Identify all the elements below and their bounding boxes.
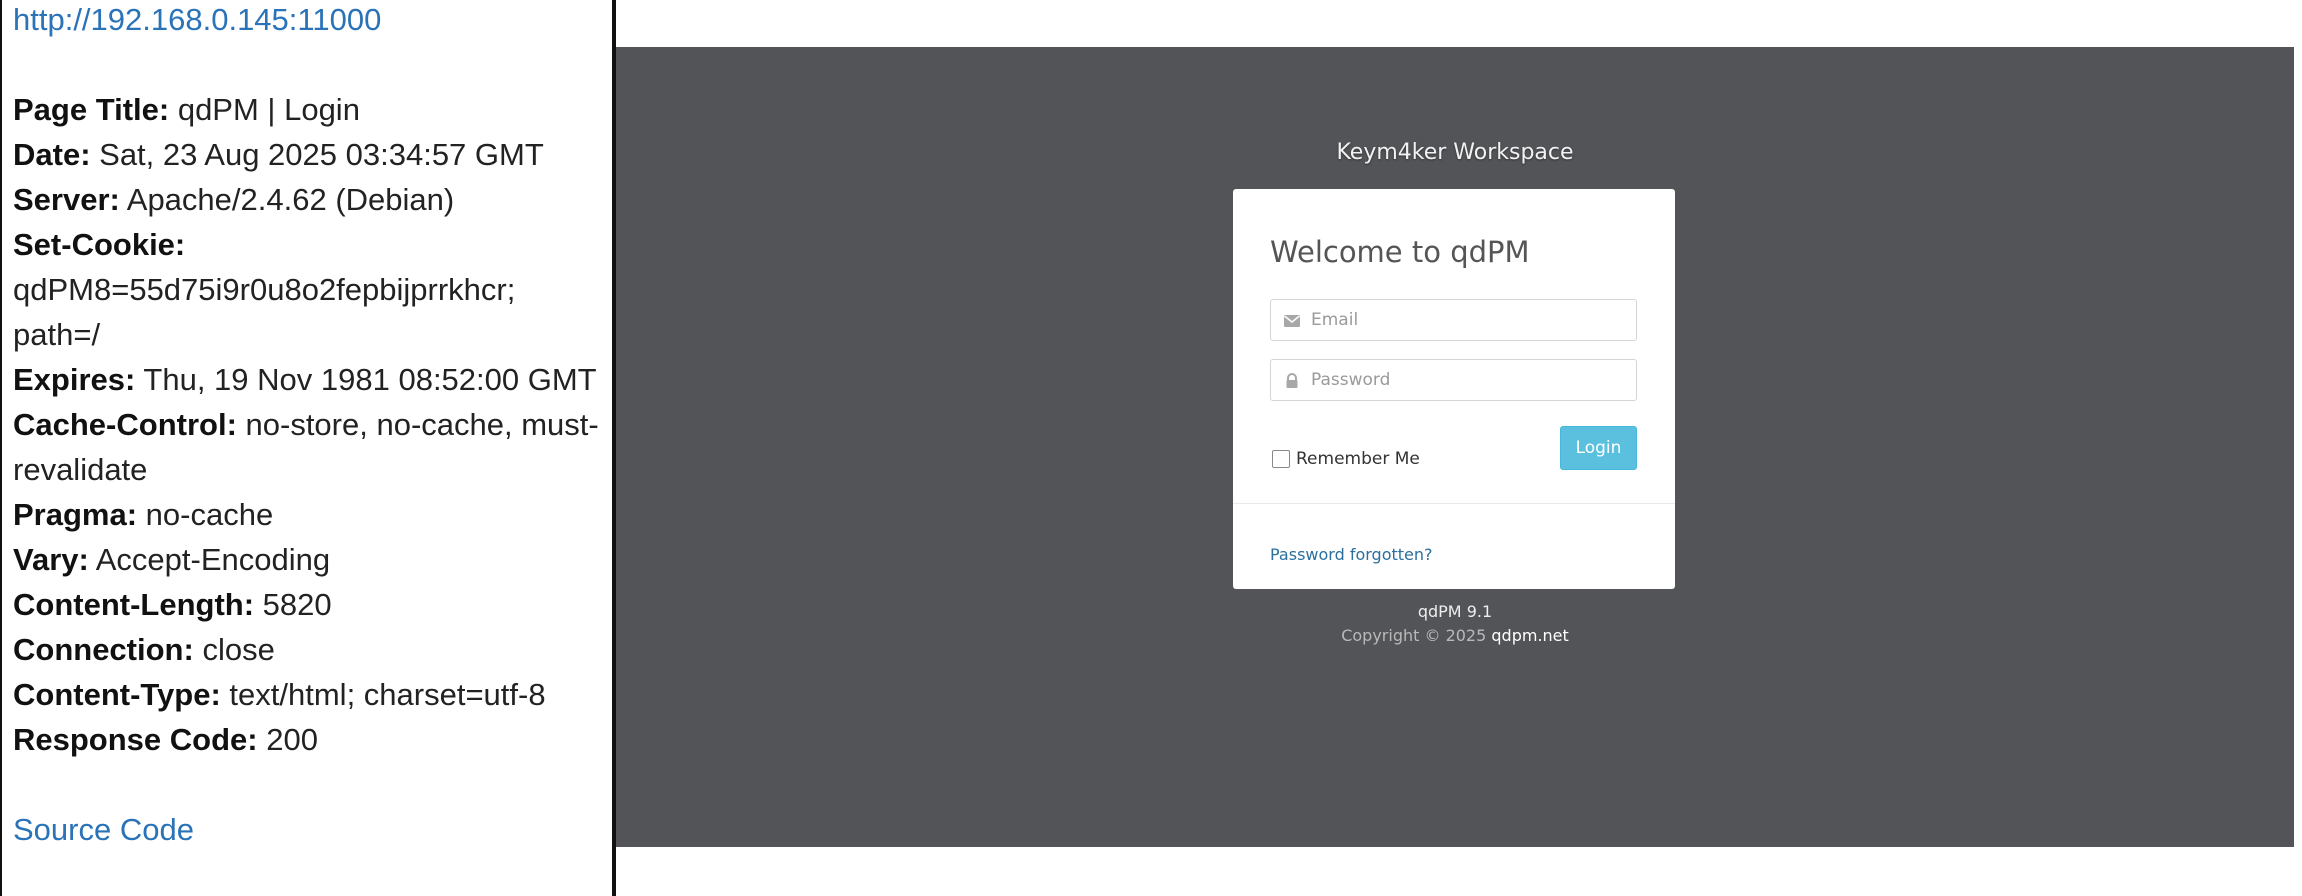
header-value: Sat, 23 Aug 2025 03:34:57 GMT xyxy=(99,137,544,172)
header-key: Date: xyxy=(13,137,91,172)
target-url-link[interactable]: http://192.168.0.145:11000 xyxy=(13,0,604,42)
card-divider xyxy=(1233,503,1675,504)
copyright-text: Copyright © 2025 xyxy=(1341,626,1492,645)
header-list: Page Title: qdPM | Login Date: Sat, 23 A… xyxy=(13,87,604,762)
password-field[interactable] xyxy=(1270,359,1637,401)
header-row: Connection: close xyxy=(13,627,604,672)
response-info-panel: http://192.168.0.145:11000 Page Title: q… xyxy=(0,0,614,896)
header-value: qdPM | Login xyxy=(177,92,360,127)
remember-me-label: Remember Me xyxy=(1296,449,1420,469)
login-title: Welcome to qdPM xyxy=(1270,235,1530,269)
copyright: Copyright © 2025 qdpm.net xyxy=(616,626,2294,645)
header-value: no-cache xyxy=(145,497,274,532)
header-key: Server: xyxy=(13,182,120,217)
remember-me[interactable]: Remember Me xyxy=(1272,449,1420,469)
remember-me-checkbox[interactable] xyxy=(1272,450,1290,468)
lock-icon xyxy=(1283,372,1301,390)
header-value: text/html; charset=utf-8 xyxy=(229,677,546,712)
login-button[interactable]: Login xyxy=(1560,426,1637,470)
header-value: Thu, 19 Nov 1981 08:52:00 GMT xyxy=(143,362,597,397)
header-key: Content-Length: xyxy=(13,587,255,622)
header-key: Content-Type: xyxy=(13,677,221,712)
header-key: Expires: xyxy=(13,362,136,397)
login-card: Welcome to qdPM Email Remember Me Login … xyxy=(1233,189,1675,589)
page-screenshot: Keym4ker Workspace Welcome to qdPM Email… xyxy=(614,0,2302,896)
header-value: close xyxy=(202,632,275,667)
header-row: Content-Type: text/html; charset=utf-8 xyxy=(13,672,604,717)
header-row: Cache-Control: no-store, no-cache, must-… xyxy=(13,402,604,492)
header-key: Pragma: xyxy=(13,497,138,532)
header-row: Expires: Thu, 19 Nov 1981 08:52:00 GMT xyxy=(13,357,604,402)
header-value: Accept-Encoding xyxy=(95,542,331,577)
header-key: Vary: xyxy=(13,542,89,577)
header-key: Set-Cookie: xyxy=(13,227,186,262)
header-value: qdPM8=55d75i9r0u8o2fepbijprrkhcr; path=/ xyxy=(13,272,516,352)
header-value: 200 xyxy=(266,722,318,757)
source-code-link[interactable]: Source Code xyxy=(13,807,604,852)
qdpm-site-link[interactable]: qdpm.net xyxy=(1491,626,1568,645)
header-key: Cache-Control: xyxy=(13,407,237,442)
header-key: Response Code: xyxy=(13,722,258,757)
header-row: Vary: Accept-Encoding xyxy=(13,537,604,582)
header-row: Set-Cookie: qdPM8=55d75i9r0u8o2fepbijprr… xyxy=(13,222,604,357)
header-row: Content-Length: 5820 xyxy=(13,582,604,627)
app-version: qdPM 9.1 xyxy=(1417,602,1493,621)
workspace-title: Keym4ker Workspace xyxy=(1336,140,1574,165)
header-row: Server: Apache/2.4.62 (Debian) xyxy=(13,177,604,222)
header-key: Page Title: xyxy=(13,92,170,127)
header-row: Page Title: qdPM | Login xyxy=(13,87,604,132)
header-row: Response Code: 200 xyxy=(13,717,604,762)
password-forgotten-link[interactable]: Password forgotten? xyxy=(1270,545,1433,564)
password-input[interactable] xyxy=(1311,360,1631,400)
page: http://192.168.0.145:11000 Page Title: q… xyxy=(0,0,2302,896)
envelope-icon xyxy=(1283,312,1301,330)
header-value: 5820 xyxy=(262,587,332,622)
header-row: Date: Sat, 23 Aug 2025 03:34:57 GMT xyxy=(13,132,604,177)
header-value: Apache/2.4.62 (Debian) xyxy=(126,182,455,217)
header-key: Connection: xyxy=(13,632,194,667)
login-page-viewport: Keym4ker Workspace Welcome to qdPM Email… xyxy=(616,47,2294,847)
header-row: Pragma: no-cache xyxy=(13,492,604,537)
email-input[interactable] xyxy=(1311,300,1631,340)
email-field[interactable] xyxy=(1270,299,1637,341)
